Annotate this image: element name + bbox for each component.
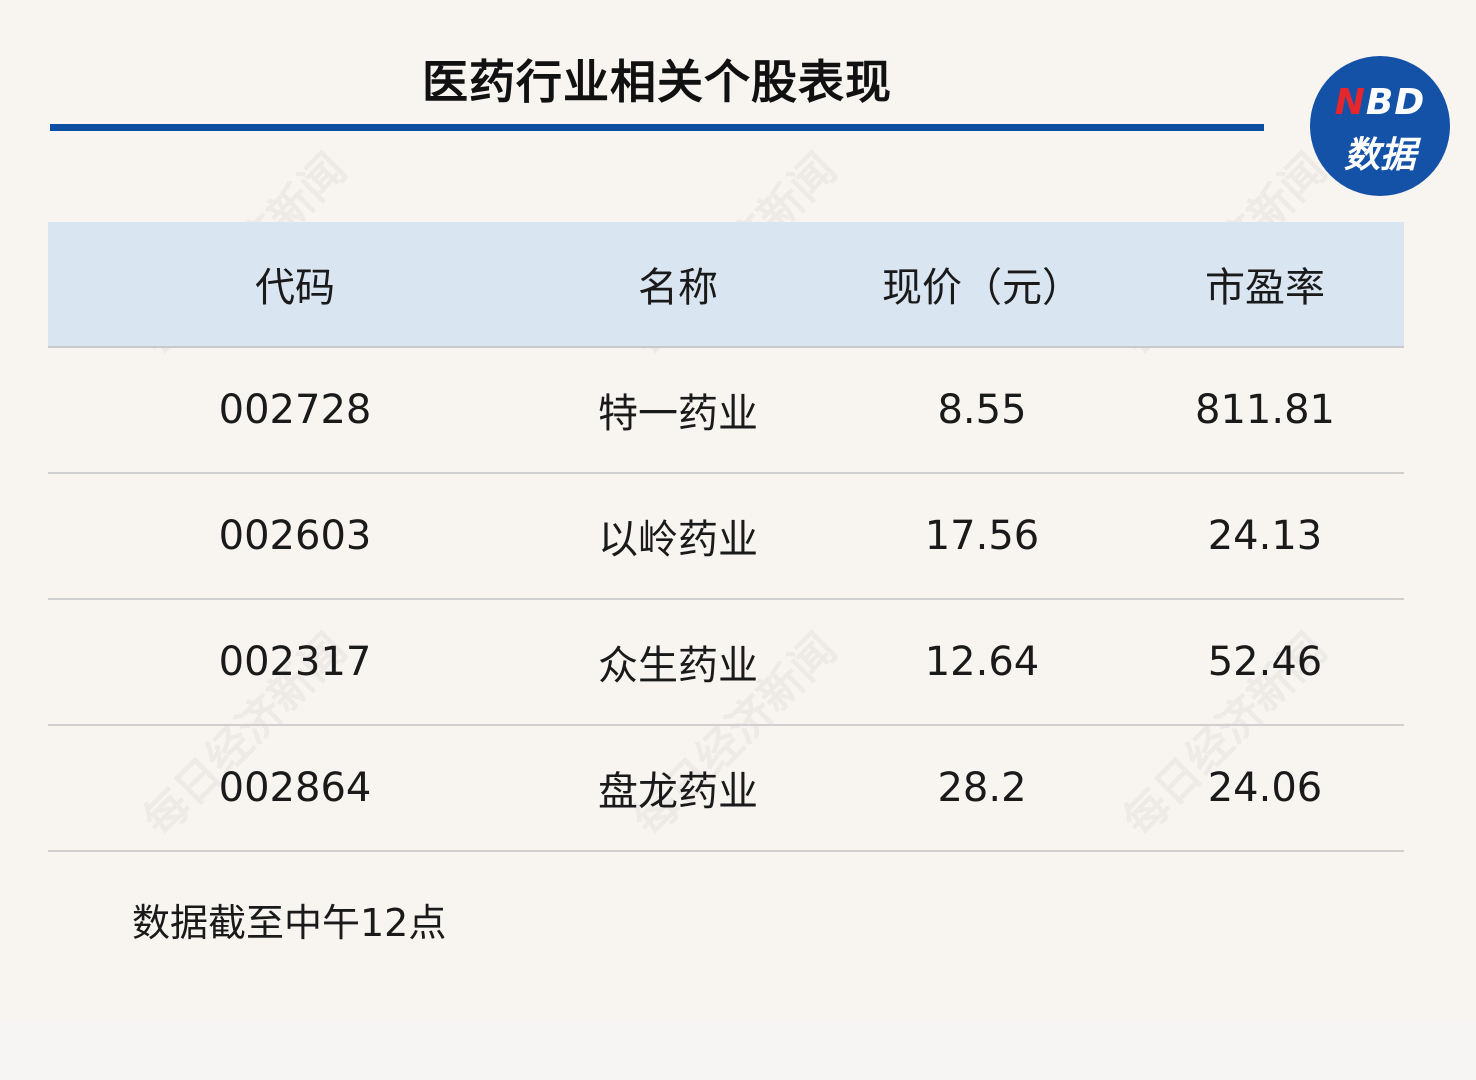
cell-code: 002603 bbox=[218, 513, 372, 559]
table-row: 002864 盘龙药业 28.2 24.06 bbox=[48, 726, 1404, 852]
header-code: 代码 bbox=[255, 265, 335, 311]
nbd-data-logo: NBD 数据 bbox=[1310, 56, 1450, 196]
header-pe-ratio: 市盈率 bbox=[1205, 265, 1325, 311]
cell-price: 17.56 bbox=[924, 513, 1040, 559]
stock-table: 代码 名称 现价（元） 市盈率 002728 特一药业 8.55 811.81 … bbox=[48, 222, 1404, 852]
table-header: 代码 名称 现价（元） 市盈率 bbox=[48, 222, 1404, 348]
cell-price: 8.55 bbox=[937, 387, 1027, 433]
cell-pe-ratio: 52.46 bbox=[1207, 639, 1323, 685]
header-name: 名称 bbox=[638, 265, 718, 311]
logo-subtitle: 数据 bbox=[1343, 135, 1416, 176]
bottom-band bbox=[0, 1020, 1476, 1080]
logo-n: N bbox=[1334, 82, 1366, 123]
cell-price: 28.2 bbox=[937, 765, 1027, 811]
header-price: 现价（元） bbox=[882, 265, 1082, 311]
cell-price: 12.64 bbox=[924, 639, 1040, 685]
footnote: 数据截至中午12点 bbox=[132, 901, 447, 945]
cell-name: 特一药业 bbox=[598, 391, 758, 437]
page-title: 医药行业相关个股表现 bbox=[422, 55, 892, 109]
cell-pe-ratio: 811.81 bbox=[1195, 387, 1335, 433]
title-underline bbox=[50, 124, 1264, 131]
logo-wordmark: NBD bbox=[1310, 82, 1450, 123]
logo-bd: BD bbox=[1365, 82, 1426, 123]
cell-code: 002728 bbox=[218, 387, 372, 433]
table-row: 002603 以岭药业 17.56 24.13 bbox=[48, 474, 1404, 600]
table-row: 002317 众生药业 12.64 52.46 bbox=[48, 600, 1404, 726]
cell-name: 以岭药业 bbox=[598, 517, 758, 563]
cell-pe-ratio: 24.13 bbox=[1207, 513, 1323, 559]
table-row: 002728 特一药业 8.55 811.81 bbox=[48, 348, 1404, 474]
cell-code: 002864 bbox=[218, 765, 372, 811]
cell-name: 众生药业 bbox=[598, 643, 758, 689]
cell-code: 002317 bbox=[218, 639, 372, 685]
cell-name: 盘龙药业 bbox=[598, 769, 758, 815]
cell-pe-ratio: 24.06 bbox=[1207, 765, 1323, 811]
